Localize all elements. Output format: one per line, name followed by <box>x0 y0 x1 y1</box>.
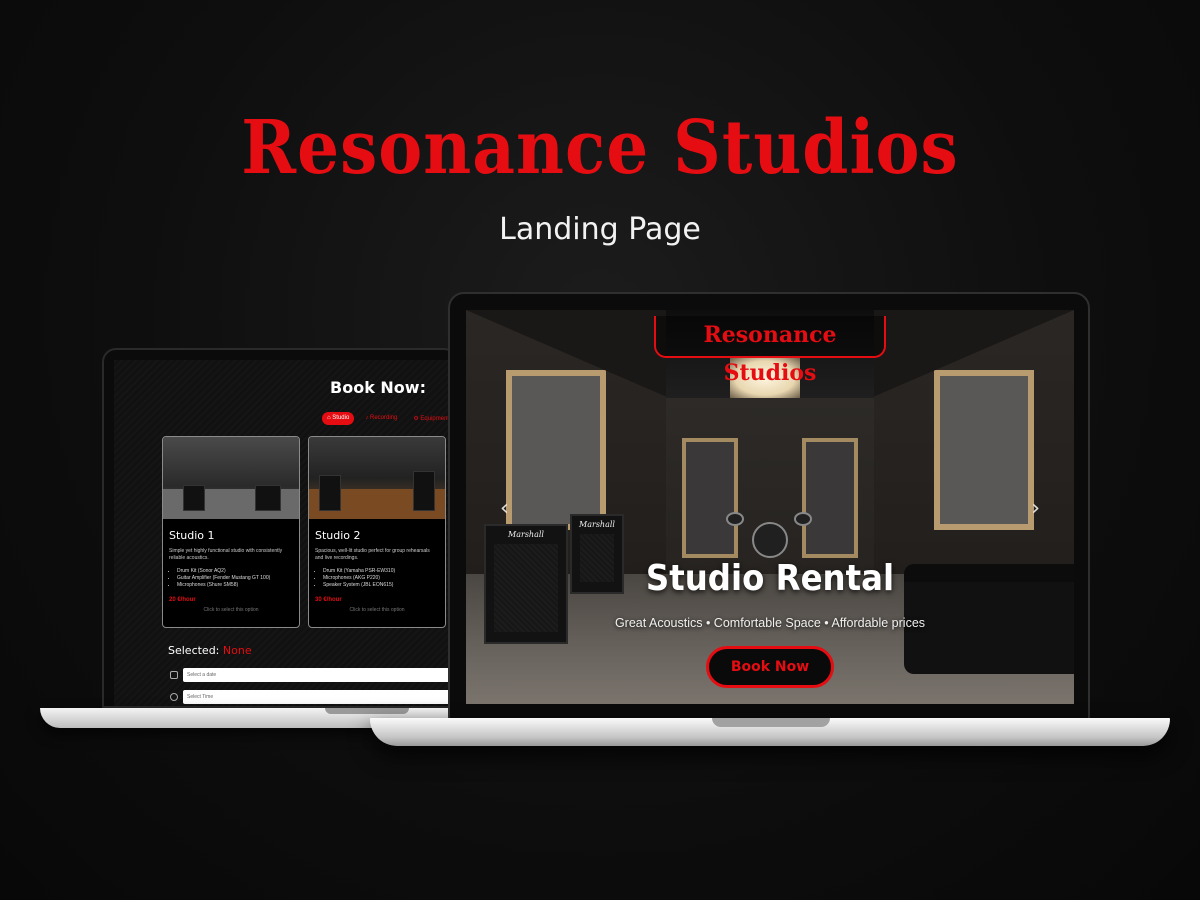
selected-summary: Selected: None <box>168 644 252 657</box>
date-input[interactable]: Select a date <box>183 668 456 682</box>
time-select[interactable]: Select Time <box>183 690 456 704</box>
studio-1-name: Studio 1 <box>169 529 215 542</box>
amp-brand-label: Marshall <box>508 530 544 539</box>
front-laptop-notch <box>712 718 830 727</box>
studio-2-price: 30 €/hour <box>315 597 342 603</box>
tab-studio[interactable]: ⌂ Studio <box>322 412 355 425</box>
selected-value: None <box>222 644 252 657</box>
studio-card-2[interactable]: Studio 2 Spacious, well-lit studio perfe… <box>308 436 446 628</box>
chevron-right-icon[interactable]: › <box>1031 496 1040 521</box>
drum-tom <box>794 512 812 526</box>
booking-screen: Book Now: ⌂ Studio ♪ Recording ⚙ Equipme… <box>114 360 456 706</box>
back-laptop-mockup: Book Now: ⌂ Studio ♪ Recording ⚙ Equipme… <box>40 348 460 738</box>
front-laptop-bezel: Marshall Marshall Resonance Studios ‹ › … <box>448 292 1090 720</box>
chevron-left-icon[interactable]: ‹ <box>500 496 509 521</box>
hero-tagline: Great Acoustics • Comfortable Space • Af… <box>614 616 926 630</box>
studio-1-equipment-list: Drum Kit (Sonor AQ2) Guitar Amplifier (F… <box>177 568 293 589</box>
studio-card-1[interactable]: Studio 1 Simple yet highly functional st… <box>162 436 300 628</box>
list-item: Drum Kit (Yamaha PSR-EW310) <box>323 568 439 575</box>
drum-kit <box>752 522 788 558</box>
list-item: Speaker System (JBL EON615) <box>323 582 439 589</box>
clock-icon <box>170 693 178 701</box>
book-now-button[interactable]: Book Now <box>706 646 834 688</box>
booking-title: Book Now: <box>330 378 426 397</box>
booking-tabs: ⌂ Studio ♪ Recording ⚙ Equipment <box>322 412 454 425</box>
page-subtitle: Landing Page <box>499 212 701 247</box>
back-laptop-notch <box>325 708 409 714</box>
tab-equipment-label: Equipment <box>420 416 450 422</box>
hero-logo[interactable]: Resonance Studios <box>654 316 886 386</box>
studio-2-description: Spacious, well-lit studio perfect for gr… <box>315 548 430 561</box>
drum-tom <box>726 512 744 526</box>
studio-1-hint: Click to select this option <box>203 607 259 613</box>
tab-recording-label: Recording <box>369 415 398 421</box>
page-brand-title: Resonance Studios <box>241 103 959 191</box>
tab-recording[interactable]: ♪ Recording <box>360 412 402 425</box>
studio-1-image <box>163 437 299 519</box>
studio-2-equipment-list: Drum Kit (Yamaha PSR-EW310) Microphones … <box>323 568 439 589</box>
studio-2-image <box>309 437 445 519</box>
list-item: Guitar Amplifier (Fender Mustang GT 100) <box>177 575 293 582</box>
time-row: Select Time <box>170 690 456 704</box>
studio-1-description: Simple yet highly functional studio with… <box>169 548 283 561</box>
hero-title: Studio Rental <box>645 558 895 599</box>
date-row: Select a date <box>170 668 456 682</box>
list-item: Microphones (Shure SM58) <box>177 582 293 589</box>
amp-brand-label: Marshall <box>579 520 615 529</box>
hero-screen: Marshall Marshall Resonance Studios ‹ › … <box>466 310 1074 704</box>
tab-studio-label: Studio <box>332 415 350 421</box>
list-item: Drum Kit (Sonor AQ2) <box>177 568 293 575</box>
selected-label: Selected: <box>168 644 220 657</box>
list-item: Microphones (AKG P220) <box>323 575 439 582</box>
studio-2-name: Studio 2 <box>315 529 361 542</box>
calendar-icon <box>170 671 178 679</box>
back-laptop-bezel: Book Now: ⌂ Studio ♪ Recording ⚙ Equipme… <box>102 348 458 708</box>
studio-2-hint: Click to select this option <box>349 607 405 613</box>
studio-1-price: 20 €/hour <box>169 597 196 603</box>
